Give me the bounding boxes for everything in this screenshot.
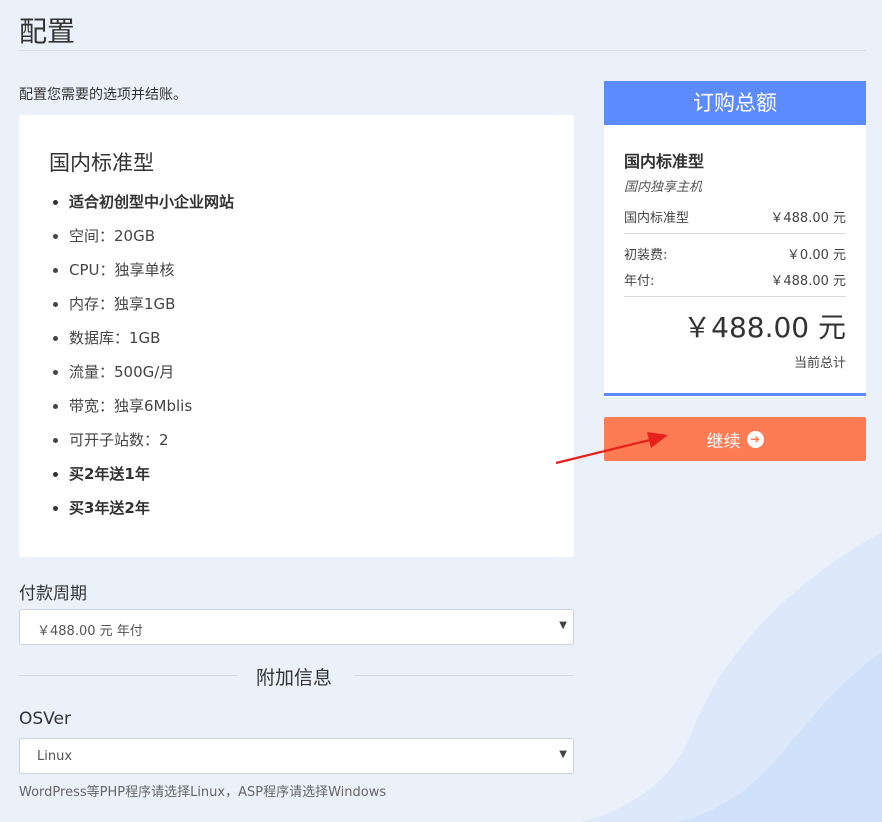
summary-annual: 年付: ￥488.00 元 [624,270,846,289]
additional-info-heading: 附加信息 [256,667,333,689]
arrow-circle-right-icon: ➜ [746,430,764,448]
summary-product-group: 国内独享主机 [624,180,703,195]
osver-help-text: WordPress等PHP程序请选择Linux，ASP程序请选择Windows [19,785,387,800]
caret-down-icon: ▼ [559,749,567,760]
billing-cycle-label: 付款周期 [19,584,87,604]
caret-down-icon: ▼ [559,620,567,631]
feature-item: 带宽：独享6Mblis [69,389,234,423]
summary-total-label: 当前总计 [793,356,846,371]
page-title: 配置 [19,15,76,48]
osver-selected: Linux [37,749,73,764]
feature-item: 适合初创型中小企业网站 [69,185,234,219]
billing-cycle-select[interactable]: ￥488.00 元 年付 ▼ [19,609,574,645]
osver-label: OSVer [19,709,71,729]
title-divider [19,50,866,51]
order-summary-body: 国内标准型 国内独享主机 国内标准型 ￥488.00 元 初装费: ￥0.00 … [604,125,866,396]
feature-item: 内存：独享1GB [69,287,234,321]
feature-list: 适合初创型中小企业网站空间：20GBCPU：独享单核内存：独享1GB数据库：1G… [49,185,234,525]
summary-divider [624,233,846,234]
feature-item: 可开子站数：2 [69,423,234,457]
osver-select[interactable]: Linux ▼ [19,738,574,774]
summary-divider [624,296,846,297]
feature-item: 空间：20GB [69,219,234,253]
summary-line-label: 国内标准型 [624,211,690,226]
setup-fee-label: 初装费: [624,248,668,263]
summary-line-item: 国内标准型 ￥488.00 元 [624,207,846,226]
product-name: 国内标准型 [49,151,154,175]
feature-item: CPU：独享单核 [69,253,234,287]
summary-product-name: 国内标准型 [624,152,705,171]
order-summary-heading: 订购总额 [604,81,866,125]
feature-item: 数据库：1GB [69,321,234,355]
order-summary: 订购总额 国内标准型 国内独享主机 国内标准型 ￥488.00 元 初装费: ￥… [604,81,866,397]
additional-info-divider-right [354,675,573,676]
feature-item: 买2年送1年 [69,457,234,491]
summary-line-value: ￥488.00 元 [770,211,846,226]
continue-button-label: 继续 [706,431,741,452]
summary-setup-fee: 初装费: ￥0.00 元 [624,244,846,263]
setup-fee-value: ￥0.00 元 [786,248,846,263]
annual-value: ￥488.00 元 [770,274,846,289]
intro-text: 配置您需要的选项并结账。 [19,87,187,103]
additional-info-divider-left [19,675,238,676]
billing-cycle-selected: ￥488.00 元 年付 [37,624,143,639]
summary-total: ￥488.00 元 [683,311,846,344]
product-card: 国内标准型 适合初创型中小企业网站空间：20GBCPU：独享单核内存：独享1GB… [19,115,574,557]
feature-item: 流量：500G/月 [69,355,234,389]
feature-item: 买3年送2年 [69,491,234,525]
annual-label: 年付: [624,274,655,289]
annotation-arrow-icon [555,432,668,465]
